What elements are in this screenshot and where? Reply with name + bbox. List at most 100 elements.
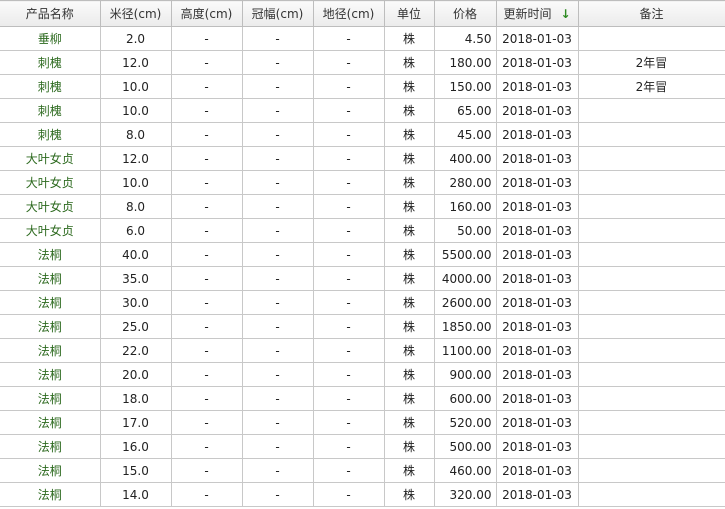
cell-crown: - bbox=[241, 458, 314, 483]
cell-height: - bbox=[170, 266, 243, 291]
cell-note bbox=[577, 458, 725, 483]
cell-name: 垂柳 bbox=[0, 26, 101, 51]
table-row: 法桐 16.0- - - 株 500.00 2018-01-03 bbox=[0, 434, 725, 459]
column-header-diameter[interactable]: 米径(cm) bbox=[99, 0, 172, 27]
cell-name: 法桐 bbox=[0, 434, 101, 459]
cell-ground-diameter: - bbox=[312, 338, 385, 363]
cell-unit: 株 bbox=[383, 146, 435, 171]
cell-diameter: 15.0 bbox=[99, 458, 172, 483]
cell-updated: 2018-01-03 bbox=[495, 482, 579, 507]
table-row: 大叶女贞 12.0- - - 株 400.00 2018-01-03 bbox=[0, 146, 725, 171]
cell-note: 2年冒 bbox=[577, 74, 725, 99]
cell-updated: 2018-01-03 bbox=[495, 170, 579, 195]
cell-note bbox=[577, 146, 725, 171]
table-row: 法桐 40.0- - - 株 5500.00 2018-01-03 bbox=[0, 242, 725, 267]
cell-updated: 2018-01-03 bbox=[495, 242, 579, 267]
column-header-ground-diameter[interactable]: 地径(cm) bbox=[312, 0, 385, 27]
cell-price: 600.00 bbox=[433, 386, 497, 411]
cell-note bbox=[577, 194, 725, 219]
cell-note: 2年冒 bbox=[577, 50, 725, 75]
cell-height: - bbox=[170, 74, 243, 99]
cell-ground-diameter: - bbox=[312, 434, 385, 459]
cell-updated: 2018-01-03 bbox=[495, 362, 579, 387]
cell-crown: - bbox=[241, 50, 314, 75]
cell-price: 160.00 bbox=[433, 194, 497, 219]
column-header-note: 备注 bbox=[577, 0, 725, 27]
cell-crown: - bbox=[241, 26, 314, 51]
cell-name: 法桐 bbox=[0, 242, 101, 267]
column-header-name[interactable]: 产品名称 bbox=[0, 0, 101, 27]
cell-height: - bbox=[170, 410, 243, 435]
cell-unit: 株 bbox=[383, 194, 435, 219]
cell-crown: - bbox=[241, 314, 314, 339]
column-header-crown[interactable]: 冠幅(cm) bbox=[241, 0, 314, 27]
cell-price: 180.00 bbox=[433, 50, 497, 75]
cell-price: 2600.00 bbox=[433, 290, 497, 315]
table-header-row: 产品名称 米径(cm) 高度(cm) 冠幅(cm) 地径(cm) 单位 价格 更… bbox=[0, 0, 725, 27]
cell-diameter: 17.0 bbox=[99, 410, 172, 435]
cell-price: 320.00 bbox=[433, 482, 497, 507]
cell-updated: 2018-01-03 bbox=[495, 458, 579, 483]
cell-diameter: 10.0 bbox=[99, 74, 172, 99]
price-table: 产品名称 米径(cm) 高度(cm) 冠幅(cm) 地径(cm) 单位 价格 更… bbox=[0, 0, 725, 507]
cell-diameter: 22.0 bbox=[99, 338, 172, 363]
cell-unit: 株 bbox=[383, 266, 435, 291]
cell-height: - bbox=[170, 26, 243, 51]
cell-name: 法桐 bbox=[0, 482, 101, 507]
cell-diameter: 6.0 bbox=[99, 218, 172, 243]
cell-price: 400.00 bbox=[433, 146, 497, 171]
cell-crown: - bbox=[241, 362, 314, 387]
cell-diameter: 14.0 bbox=[99, 482, 172, 507]
cell-updated: 2018-01-03 bbox=[495, 218, 579, 243]
cell-diameter: 40.0 bbox=[99, 242, 172, 267]
column-header-price[interactable]: 价格 bbox=[433, 0, 497, 27]
cell-height: - bbox=[170, 242, 243, 267]
cell-price: 150.00 bbox=[433, 74, 497, 99]
column-header-updated[interactable]: 更新时间 ↓ bbox=[495, 0, 579, 27]
cell-ground-diameter: - bbox=[312, 146, 385, 171]
cell-height: - bbox=[170, 458, 243, 483]
table-row: 法桐 20.0- - - 株 900.00 2018-01-03 bbox=[0, 362, 725, 387]
cell-note bbox=[577, 290, 725, 315]
cell-updated: 2018-01-03 bbox=[495, 290, 579, 315]
cell-name: 法桐 bbox=[0, 266, 101, 291]
cell-diameter: 20.0 bbox=[99, 362, 172, 387]
cell-unit: 株 bbox=[383, 242, 435, 267]
cell-ground-diameter: - bbox=[312, 386, 385, 411]
cell-diameter: 8.0 bbox=[99, 194, 172, 219]
cell-name: 法桐 bbox=[0, 314, 101, 339]
cell-ground-diameter: - bbox=[312, 362, 385, 387]
cell-note bbox=[577, 242, 725, 267]
cell-updated: 2018-01-03 bbox=[495, 314, 579, 339]
table-row: 刺槐 8.0- - - 株 45.00 2018-01-03 bbox=[0, 122, 725, 147]
column-header-unit[interactable]: 单位 bbox=[383, 0, 435, 27]
column-header-height[interactable]: 高度(cm) bbox=[170, 0, 243, 27]
cell-height: - bbox=[170, 386, 243, 411]
sort-descending-icon[interactable]: ↓ bbox=[560, 7, 570, 21]
table-row: 刺槐 10.0- - - 株 65.00 2018-01-03 bbox=[0, 98, 725, 123]
cell-height: - bbox=[170, 482, 243, 507]
cell-unit: 株 bbox=[383, 26, 435, 51]
cell-crown: - bbox=[241, 386, 314, 411]
cell-height: - bbox=[170, 122, 243, 147]
cell-note bbox=[577, 218, 725, 243]
cell-price: 50.00 bbox=[433, 218, 497, 243]
cell-unit: 株 bbox=[383, 458, 435, 483]
cell-ground-diameter: - bbox=[312, 218, 385, 243]
cell-diameter: 12.0 bbox=[99, 50, 172, 75]
cell-unit: 株 bbox=[383, 434, 435, 459]
cell-price: 4.50 bbox=[433, 26, 497, 51]
cell-price: 4000.00 bbox=[433, 266, 497, 291]
cell-updated: 2018-01-03 bbox=[495, 74, 579, 99]
cell-price: 45.00 bbox=[433, 122, 497, 147]
column-header-updated-label: 更新时间 bbox=[503, 7, 552, 21]
cell-updated: 2018-01-03 bbox=[495, 98, 579, 123]
cell-unit: 株 bbox=[383, 482, 435, 507]
cell-crown: - bbox=[241, 74, 314, 99]
cell-note bbox=[577, 170, 725, 195]
cell-price: 1850.00 bbox=[433, 314, 497, 339]
cell-crown: - bbox=[241, 242, 314, 267]
cell-height: - bbox=[170, 434, 243, 459]
cell-note bbox=[577, 362, 725, 387]
cell-name: 大叶女贞 bbox=[0, 194, 101, 219]
